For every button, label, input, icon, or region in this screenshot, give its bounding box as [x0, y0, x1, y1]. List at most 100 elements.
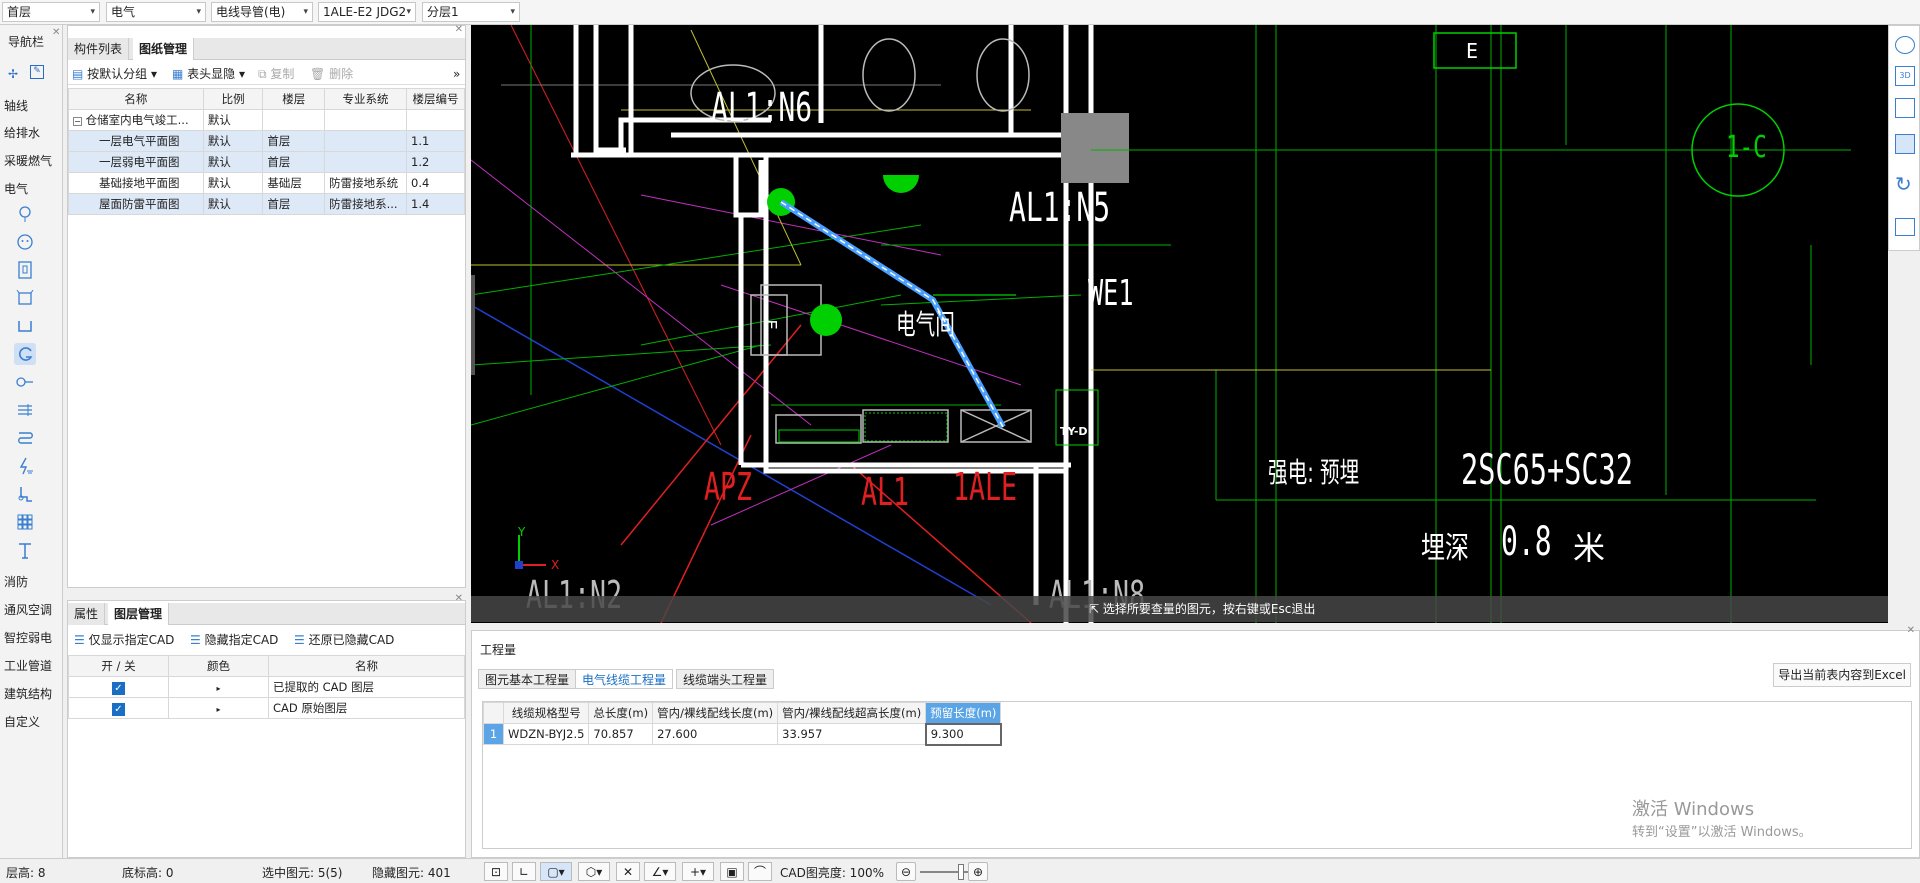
- table-row[interactable]: 一层弱电平面图 默认 首层 1.2: [68, 151, 465, 173]
- tab-component-list[interactable]: 构件列表: [68, 38, 130, 60]
- trash-icon: 🗑: [310, 67, 326, 81]
- type-select[interactable]: 1ALE-E2 JDG2 ▾: [318, 2, 416, 22]
- row-system: [324, 109, 407, 131]
- nav-item-structure[interactable]: 建筑结构: [4, 685, 52, 702]
- table-header: 名称 比例 楼层 专业系统 楼层编号: [68, 88, 465, 110]
- angle-icon[interactable]: ∠▾: [644, 862, 676, 881]
- discipline-select[interactable]: 电气 ▾: [106, 2, 206, 22]
- tab-basic-quantity[interactable]: 图元基本工程量: [478, 669, 577, 689]
- nav-item-fire[interactable]: 消防: [4, 573, 28, 590]
- layer-toggle-icon[interactable]: ▣: [720, 862, 744, 881]
- socket-icon[interactable]: [14, 231, 36, 253]
- selected-count: 选中图元: 5(5): [262, 866, 343, 880]
- row-index: 1: [483, 723, 504, 745]
- table-row[interactable]: ✓ ▸ CAD 原始图层: [68, 697, 465, 719]
- grid-icon[interactable]: [14, 511, 36, 533]
- copy-icon: ⧉: [258, 67, 267, 81]
- header-toggle-button[interactable]: ▦ 表头显隐 ▾: [172, 65, 245, 83]
- support-icon[interactable]: [14, 539, 36, 561]
- select-box-icon[interactable]: ▢▾: [540, 862, 572, 881]
- category-select[interactable]: 电线导管(电) ▾: [211, 2, 313, 22]
- nav-item-weak-current[interactable]: 智控弱电: [4, 629, 52, 646]
- nav-item-heating[interactable]: 采暖燃气: [4, 152, 52, 169]
- row-floor: [262, 109, 326, 131]
- nav-item-plumbing[interactable]: 给排水: [4, 124, 40, 141]
- close-icon[interactable]: ✕: [455, 24, 463, 35]
- layer-checkbox[interactable]: ✓: [112, 681, 125, 695]
- lamp-icon[interactable]: [14, 203, 36, 225]
- show-only-cad-button[interactable]: ☰ 仅显示指定CAD: [74, 631, 174, 649]
- tab-cable-quantity[interactable]: 电气线缆工程量: [575, 669, 674, 689]
- close-icon[interactable]: ✕: [52, 27, 60, 38]
- display-mode-icon[interactable]: ⬡▾: [578, 862, 610, 881]
- export-excel-button[interactable]: 导出当前表内容到Excel: [1773, 663, 1911, 687]
- splitter-handle[interactable]: [471, 275, 475, 375]
- table-row[interactable]: − 仓储室内电气竣工... 默认: [68, 109, 465, 131]
- zoom-in-icon[interactable]: ⊕: [968, 862, 988, 881]
- tray-icon[interactable]: [14, 315, 36, 337]
- col-color: 颜色: [168, 655, 269, 677]
- nav-item-axis[interactable]: 轴线: [4, 97, 28, 114]
- ortho-icon[interactable]: ∟: [512, 862, 536, 881]
- zoom-out-icon[interactable]: ⊖: [896, 862, 916, 881]
- bridge-icon[interactable]: [14, 399, 36, 421]
- table-row[interactable]: 基础接地平面图 默认 基础层 防雷接地系统 0.4: [68, 172, 465, 194]
- more-icon[interactable]: »: [453, 65, 460, 83]
- curve-icon[interactable]: ⌒: [748, 862, 772, 881]
- row-floor: 首层: [262, 130, 326, 152]
- panel-icon[interactable]: [14, 287, 36, 309]
- conduit-icon[interactable]: [14, 343, 36, 365]
- orbit-icon[interactable]: [1895, 36, 1915, 54]
- collapse-icon[interactable]: −: [73, 117, 82, 126]
- rotate-icon[interactable]: ↻: [1895, 172, 1912, 196]
- tab-properties[interactable]: 属性: [68, 603, 106, 625]
- close-icon[interactable]: ✕: [1907, 625, 1915, 636]
- row-reserve[interactable]: 9.300: [924, 722, 1002, 746]
- chevron-down-icon: ▾: [303, 7, 308, 17]
- expand-icon[interactable]: ▸: [216, 705, 220, 714]
- layer-toolbar: ☰ 仅显示指定CAD ☰ 隐藏指定CAD ☰ 还原已隐藏CAD: [68, 629, 465, 651]
- grounding-icon[interactable]: [14, 455, 36, 477]
- floor-select[interactable]: 首层 ▾: [2, 2, 100, 22]
- row-scale: 默认: [202, 172, 264, 194]
- properties-icon[interactable]: [1895, 218, 1915, 236]
- table-row[interactable]: 1 WDZN-BYJ2.5 70.857 27.600 33.957 9.300: [483, 722, 1002, 746]
- layer-checkbox[interactable]: ✓: [112, 702, 125, 716]
- 3d-view-icon[interactable]: 3D: [1895, 66, 1915, 86]
- tab-drawing-management[interactable]: 图纸管理: [133, 38, 195, 60]
- delete-button[interactable]: 🗑 删除: [310, 65, 353, 83]
- edit-icon[interactable]: ✎: [30, 65, 44, 79]
- cross-icon[interactable]: ✕: [616, 862, 640, 881]
- table-row[interactable]: 屋面防雷平面图 默认 首层 防雷接地系... 1.4: [68, 193, 465, 215]
- wire-icon[interactable]: [14, 427, 36, 449]
- layer-select[interactable]: 分层1 ▾: [422, 2, 520, 22]
- snap-icon[interactable]: ⊡: [484, 862, 508, 881]
- tab-layer-management[interactable]: 图层管理: [108, 603, 170, 625]
- cad-label: 埋深: [1421, 531, 1469, 566]
- fitting-icon[interactable]: [14, 483, 36, 505]
- col-total: 总长度(m): [588, 702, 654, 724]
- nav-item-hvac[interactable]: 通风空调: [4, 601, 52, 618]
- cube-view-icon[interactable]: [1895, 98, 1915, 118]
- offset-icon[interactable]: +▾: [682, 862, 714, 881]
- switch-icon[interactable]: [14, 259, 36, 281]
- group-button[interactable]: ▤ 按默认分组 ▾: [72, 65, 157, 83]
- box-view-icon[interactable]: [1895, 134, 1915, 154]
- table-row[interactable]: ✓ ▸ 已提取的 CAD 图层: [68, 676, 465, 698]
- table-row[interactable]: 一层电气平面图 默认 首层 1.1: [68, 130, 465, 152]
- expand-icon[interactable]: ▸: [216, 684, 220, 693]
- nav-item-electric[interactable]: 电气: [4, 180, 28, 197]
- layer-panel: ✕ 属性 图层管理 ☰ 仅显示指定CAD ☰ 隐藏指定CAD ☰ 还原已隐藏CA…: [67, 593, 466, 858]
- restore-cad-button[interactable]: ☰ 还原已隐藏CAD: [294, 631, 394, 649]
- tab-terminal-quantity[interactable]: 线缆端头工程量: [676, 669, 775, 689]
- nav-item-custom[interactable]: 自定义: [4, 713, 40, 730]
- nav-item-industrial-pipe[interactable]: 工业管道: [4, 657, 52, 674]
- slider-handle[interactable]: [958, 864, 964, 880]
- cad-canvas[interactable]: AL1:N6 AL1:N5 WE1 电气间 APZ AL1 1ALE AL1:N…: [471, 25, 1888, 623]
- cad-label: TY-D: [1060, 425, 1088, 438]
- copy-button[interactable]: ⧉ 复制: [258, 65, 294, 83]
- pin-icon[interactable]: ✢: [8, 67, 18, 81]
- cable-icon[interactable]: [14, 371, 36, 393]
- row-name: 一层弱电平面图: [68, 151, 204, 173]
- hide-cad-button[interactable]: ☰ 隐藏指定CAD: [190, 631, 278, 649]
